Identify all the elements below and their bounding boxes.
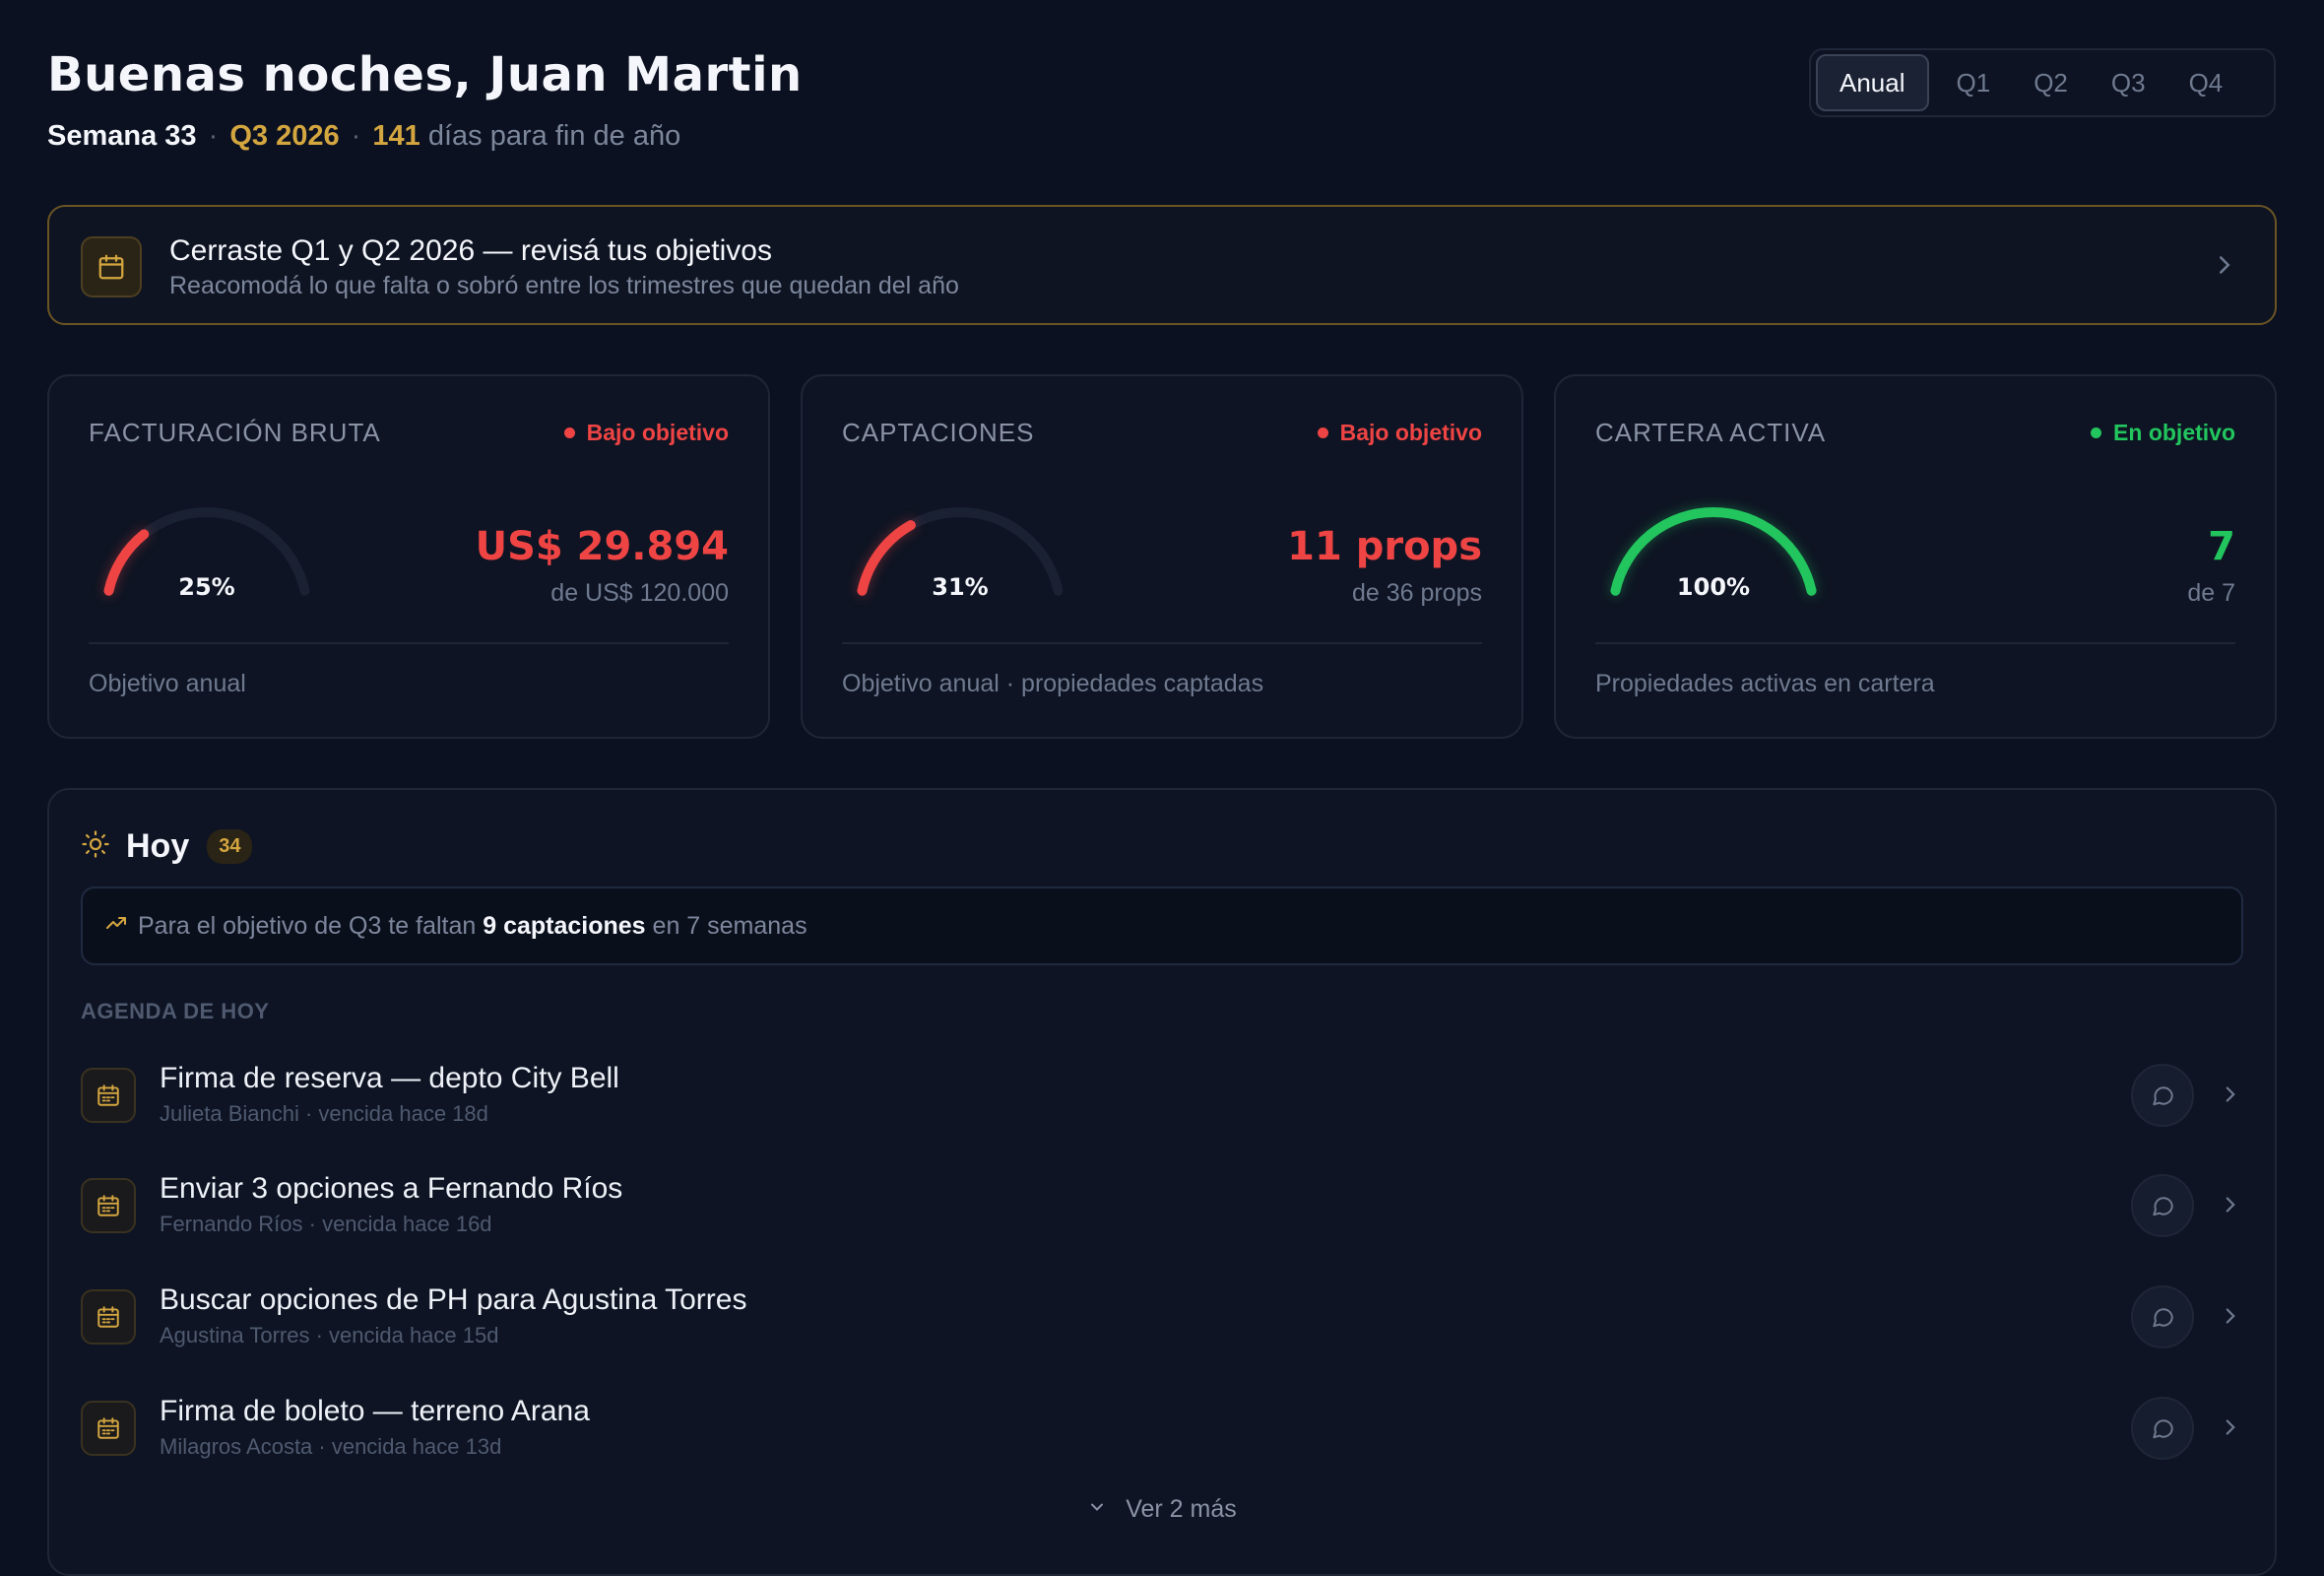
calendar-icon bbox=[81, 1289, 136, 1345]
status-text: Bajo objetivo bbox=[586, 420, 729, 445]
goal-highlight: 9 captaciones bbox=[483, 911, 646, 940]
days-left-text: días para fin de año bbox=[427, 120, 681, 152]
status-badge: Bajo objetivo bbox=[563, 420, 729, 446]
progress-gauge: 100% bbox=[1595, 492, 1832, 630]
chat-button[interactable] bbox=[2131, 1397, 2194, 1460]
kpi-target: de 36 props bbox=[1351, 579, 1482, 607]
banner-subtitle: Reacomodá lo que falta o sobró entre los… bbox=[169, 272, 959, 299]
agenda-item-subtitle: Milagros Acosta · vencida hace 13d bbox=[160, 1434, 502, 1459]
dashboard-page: Buenas noches, Juan Martin Semana 33 · Q… bbox=[0, 0, 2324, 1576]
quarter-label: Q3 2026 bbox=[229, 120, 340, 152]
status-text: En objetivo bbox=[2113, 420, 2235, 445]
separator: · bbox=[351, 120, 361, 152]
agenda-item-title: Firma de boleto — terreno Arana bbox=[160, 1395, 590, 1427]
status-text: Bajo objetivo bbox=[1339, 420, 1482, 445]
kpi-label: CAPTACIONES bbox=[842, 418, 1035, 447]
show-more-button[interactable]: Ver 2 más bbox=[49, 1495, 2275, 1524]
days-left-count: 141 bbox=[372, 120, 420, 152]
kpi-value: 11 props bbox=[1287, 524, 1482, 569]
progress-gauge: 31% bbox=[842, 492, 1078, 630]
separator: · bbox=[208, 120, 219, 152]
agenda-item[interactable]: Buscar opciones de PH para Agustina Torr… bbox=[81, 1280, 2243, 1368]
chevron-right-icon[interactable] bbox=[2218, 1414, 2243, 1445]
kpi-value: 7 bbox=[2208, 524, 2235, 569]
show-more-label: Ver 2 más bbox=[1126, 1495, 1237, 1523]
kpi-footer: Propiedades activas en cartera bbox=[1595, 670, 1935, 697]
status-dot bbox=[1317, 427, 1328, 438]
chat-bubble-icon bbox=[2153, 1419, 2173, 1439]
calendar-icon bbox=[81, 1068, 136, 1123]
chevron-down-icon bbox=[1087, 1495, 1114, 1523]
calendar-icon bbox=[81, 236, 142, 297]
gauge-svg bbox=[857, 507, 1064, 596]
chat-button[interactable] bbox=[2131, 1285, 2194, 1348]
page-title: Buenas noches, Juan Martin bbox=[47, 47, 803, 102]
gauge-percent: 25% bbox=[178, 573, 235, 601]
today-title: Hoy bbox=[126, 827, 190, 865]
chat-bubble-icon bbox=[2153, 1308, 2173, 1328]
chat-button[interactable] bbox=[2131, 1174, 2194, 1237]
today-panel: Hoy 34 Para el objetivo de Q3 te faltan … bbox=[47, 788, 2277, 1576]
week-summary: Semana 33 · Q3 2026 · 141 días para fin … bbox=[47, 120, 680, 153]
gauge-svg bbox=[1610, 507, 1817, 596]
today-count-badge: 34 bbox=[207, 829, 253, 864]
agenda-item-subtitle: Julieta Bianchi · vencida hace 18d bbox=[160, 1101, 488, 1126]
kpi-card-cartera[interactable]: CARTERA ACTIVA En objetivo 100% 7 de 7 P… bbox=[1554, 374, 2277, 739]
kpi-footer: Objetivo anual bbox=[89, 670, 246, 697]
gauge-percent: 100% bbox=[1676, 573, 1751, 601]
calendar-icon bbox=[81, 1178, 136, 1233]
period-tab-anual[interactable]: Anual bbox=[1816, 54, 1929, 111]
kpi-footer: Objetivo anual · propiedades captadas bbox=[842, 670, 1264, 697]
agenda-item-title: Enviar 3 opciones a Fernando Ríos bbox=[160, 1172, 623, 1205]
kpi-card-facturacion[interactable]: FACTURACIÓN BRUTA Bajo objetivo 25% US$ … bbox=[47, 374, 770, 739]
chevron-right-icon[interactable] bbox=[2218, 1082, 2243, 1112]
status-badge: Bajo objetivo bbox=[1317, 420, 1482, 446]
agenda-item-title: Firma de reserva — depto City Bell bbox=[160, 1062, 619, 1094]
kpi-label: FACTURACIÓN BRUTA bbox=[89, 418, 381, 447]
kpi-label: CARTERA ACTIVA bbox=[1595, 418, 1827, 447]
kpi-target: de US$ 120.000 bbox=[550, 579, 729, 607]
agenda-item-title: Buscar opciones de PH para Agustina Torr… bbox=[160, 1283, 747, 1316]
status-dot bbox=[563, 427, 575, 438]
quarter-review-banner[interactable]: Cerraste Q1 y Q2 2026 — revisá tus objet… bbox=[47, 205, 2277, 325]
agenda-item[interactable]: Firma de reserva — depto City Bell Julie… bbox=[81, 1058, 2243, 1147]
chevron-right-icon bbox=[2210, 250, 2239, 285]
kpi-value: US$ 29.894 bbox=[475, 524, 729, 569]
agenda-item-subtitle: Fernando Ríos · vencida hace 16d bbox=[160, 1212, 492, 1236]
status-badge: En objetivo bbox=[2091, 420, 2235, 446]
agenda-item[interactable]: Firma de boleto — terreno Arana Milagros… bbox=[81, 1391, 2243, 1479]
period-tab-q4[interactable]: Q4 bbox=[2167, 54, 2245, 111]
goal-suffix: en 7 semanas bbox=[652, 911, 807, 940]
kpi-target: de 7 bbox=[2187, 579, 2235, 607]
period-switch: Anual Q1 Q2 Q3 Q4 bbox=[1809, 48, 2276, 117]
agenda-section-label: AGENDA DE HOY bbox=[81, 999, 270, 1023]
kpi-card-captaciones[interactable]: CAPTACIONES Bajo objetivo 31% 11 props d… bbox=[801, 374, 1523, 739]
chevron-right-icon[interactable] bbox=[2218, 1192, 2243, 1222]
agenda-item[interactable]: Enviar 3 opciones a Fernando Ríos Fernan… bbox=[81, 1168, 2243, 1257]
progress-gauge: 25% bbox=[89, 492, 325, 630]
sun-icon bbox=[81, 829, 110, 864]
chat-button[interactable] bbox=[2131, 1064, 2194, 1127]
banner-title: Cerraste Q1 y Q2 2026 — revisá tus objet… bbox=[169, 234, 772, 267]
today-header: Hoy 34 bbox=[81, 827, 253, 866]
week-label: Semana 33 bbox=[47, 120, 197, 152]
chevron-right-icon[interactable] bbox=[2218, 1303, 2243, 1334]
divider bbox=[1595, 642, 2235, 644]
chat-bubble-icon bbox=[2153, 1086, 2173, 1106]
calendar-icon bbox=[81, 1401, 136, 1456]
period-tab-q3[interactable]: Q3 bbox=[2090, 54, 2167, 111]
divider bbox=[89, 642, 729, 644]
q3-goal-hint: Para el objetivo de Q3 te faltan 9 capta… bbox=[81, 886, 2243, 965]
divider bbox=[842, 642, 1482, 644]
gauge-percent: 31% bbox=[932, 573, 989, 601]
period-tab-q1[interactable]: Q1 bbox=[1935, 54, 2013, 111]
status-dot bbox=[2091, 427, 2102, 438]
goal-prefix: Para el objetivo de Q3 te faltan bbox=[138, 911, 477, 940]
gauge-svg bbox=[103, 507, 310, 596]
trending-up-icon bbox=[104, 911, 128, 942]
chat-bubble-icon bbox=[2153, 1197, 2173, 1216]
period-tab-q2[interactable]: Q2 bbox=[2012, 54, 2090, 111]
agenda-item-subtitle: Agustina Torres · vencida hace 15d bbox=[160, 1323, 499, 1347]
